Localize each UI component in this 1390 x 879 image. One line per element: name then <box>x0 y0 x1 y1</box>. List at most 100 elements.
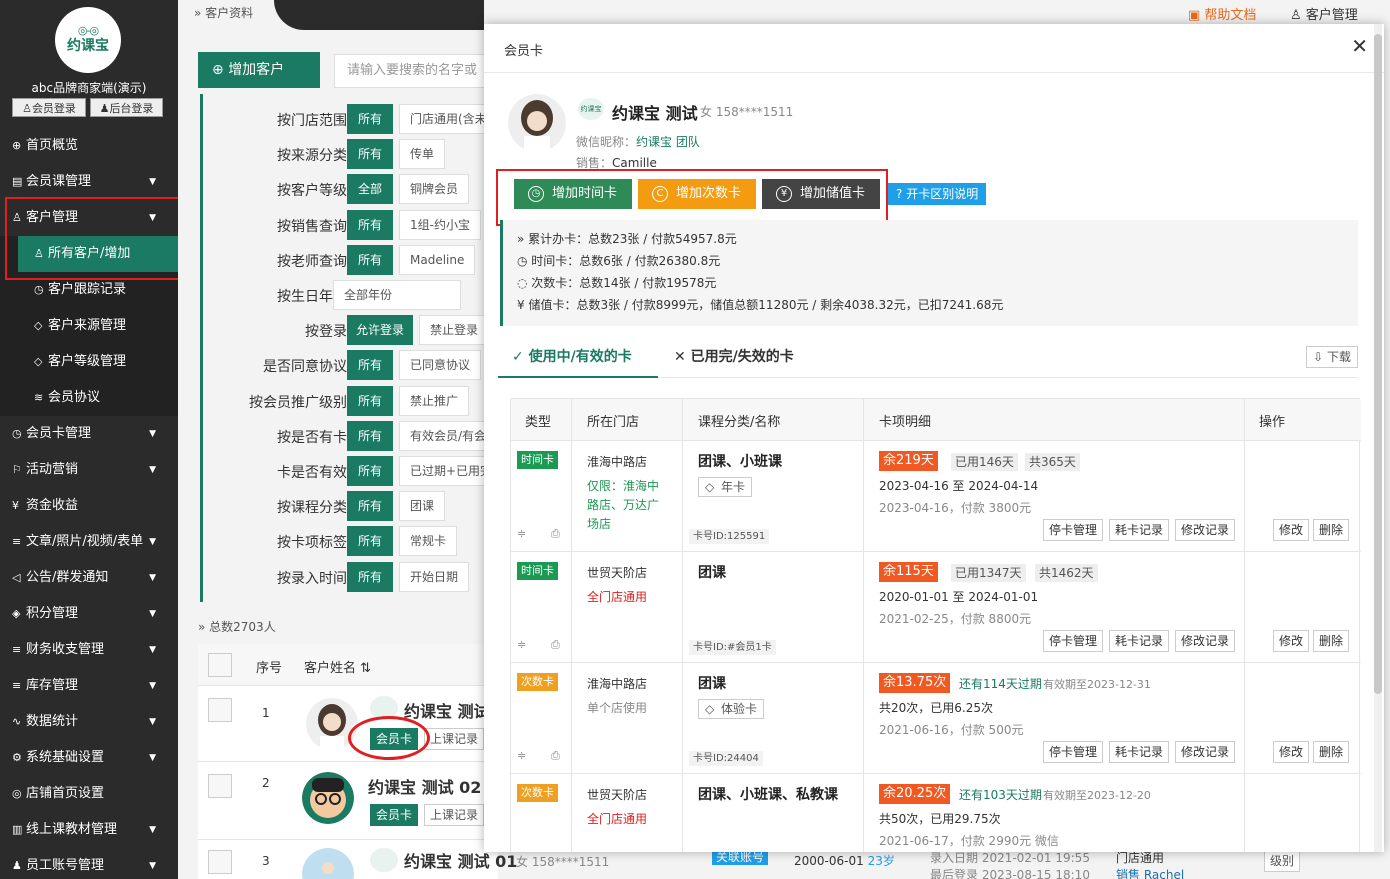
settings-icon[interactable]: ≑ <box>517 638 526 651</box>
modify-record-button[interactable]: 修改记录 <box>1175 519 1236 541</box>
filter-option[interactable]: 全部年份 <box>333 280 461 310</box>
delete-card-button[interactable]: 删除 <box>1313 741 1350 763</box>
filter-option[interactable]: 团课 <box>399 491 446 522</box>
filter-option[interactable]: 已同意协议 <box>399 350 482 381</box>
add-customer-button[interactable]: ⊕ 增加客户 <box>198 52 320 88</box>
menu-customer-source[interactable]: ◇ 客户来源管理 <box>0 308 178 344</box>
count-icon: C <box>652 186 668 202</box>
menu-content[interactable]: ≡ 文章/照片/视频/表单 ▼ <box>0 524 178 560</box>
delete-card-button[interactable]: 删除 <box>1313 630 1350 652</box>
print-icon[interactable]: ⎙ <box>551 638 560 652</box>
row-checkbox[interactable] <box>208 850 232 874</box>
consume-record-button[interactable]: 耗卡记录 <box>1109 741 1170 763</box>
menu-member-card[interactable]: ◷ 会员卡管理 ▼ <box>0 416 178 452</box>
menu-notice[interactable]: ◁ 公告/群发通知 ▼ <box>0 560 178 596</box>
filter-option-all[interactable]: 所有 <box>347 491 393 522</box>
menu-customer[interactable]: ♙ 客户管理 ▼ <box>0 200 178 236</box>
tab-expired-cards[interactable]: ✕ 已用完/失效的卡 <box>674 342 794 378</box>
add-value-card-button[interactable]: ¥ 增加储值卡 <box>762 179 880 209</box>
menu-all-customers[interactable]: ♙ 所有客户/增加 <box>18 236 178 272</box>
settings-icon[interactable]: ≑ <box>517 527 526 540</box>
select-all-checkbox[interactable] <box>208 653 232 677</box>
filter-option-all[interactable]: 所有 <box>347 350 393 381</box>
menu-online-materials[interactable]: ▥ 线上课教材管理 ▼ <box>0 812 178 848</box>
table-row: 3 约课宝 测试 01 <box>198 840 517 879</box>
menu-shop-home[interactable]: ◎ 店铺首页设置 <box>0 776 178 812</box>
menu-customer-level[interactable]: ◇ 客户等级管理 <box>0 344 178 380</box>
delete-card-button[interactable]: 删除 <box>1313 519 1350 541</box>
filter-option-all[interactable]: 所有 <box>347 385 393 416</box>
scrollbar-thumb[interactable] <box>1374 34 1382 694</box>
admin-login-button[interactable]: ♟后台登录 <box>90 98 163 117</box>
filter-option[interactable]: 1组-约小宝 <box>399 209 481 240</box>
row-checkbox[interactable] <box>208 698 232 722</box>
member-card-button[interactable]: 会员卡 <box>370 728 419 750</box>
tag-icon: ◇ <box>34 319 43 332</box>
search-input[interactable]: 请输入要搜索的名字或 <box>334 54 494 88</box>
menu-member-agreement[interactable]: ≋ 会员协议 <box>0 380 178 416</box>
print-icon[interactable]: ⎙ <box>551 749 560 763</box>
filter-option[interactable]: Madeline <box>399 244 476 275</box>
filter-option-all[interactable]: 所有 <box>347 209 393 240</box>
row-checkbox[interactable] <box>208 774 232 798</box>
close-icon[interactable]: ✕ <box>1351 34 1368 58</box>
stop-card-button[interactable]: 停卡管理 <box>1043 519 1104 541</box>
filter-option[interactable]: 有效会员/有会 <box>399 420 498 451</box>
class-record-button[interactable]: 上课记录 <box>424 804 485 826</box>
settings-icon[interactable]: ≑ <box>517 749 526 762</box>
print-icon[interactable]: ⎙ <box>551 527 560 541</box>
consume-record-button[interactable]: 耗卡记录 <box>1109 519 1170 541</box>
filter-option[interactable]: 传单 <box>399 139 446 170</box>
level-button[interactable]: 级别 <box>1264 850 1301 872</box>
filter-option-all[interactable]: 所有 <box>347 139 393 170</box>
add-time-card-button[interactable]: ◷ 增加时间卡 <box>514 179 632 209</box>
filter-option[interactable]: 门店通用(含未 <box>399 104 498 134</box>
menu-member-course[interactable]: ▤ 会员课管理 ▼ <box>0 164 178 200</box>
download-button[interactable]: ⇩ 下载 <box>1306 346 1358 368</box>
person-icon: ♟ <box>12 859 22 872</box>
filter-option-all[interactable]: 允许登录 <box>347 315 413 346</box>
filter-option[interactable]: 铜牌会员 <box>399 174 470 205</box>
help-docs-link[interactable]: ▣ 帮助文档 <box>1188 4 1256 23</box>
consume-record-button[interactable]: 耗卡记录 <box>1109 630 1170 652</box>
add-count-card-button[interactable]: C 增加次数卡 <box>638 179 756 209</box>
modify-record-button[interactable]: 修改记录 <box>1175 630 1236 652</box>
modify-record-button[interactable]: 修改记录 <box>1175 741 1236 763</box>
filter-option-all[interactable]: 全部 <box>347 174 393 205</box>
card-scope: 全门店通用 <box>587 590 648 604</box>
stop-card-button[interactable]: 停卡管理 <box>1043 741 1104 763</box>
class-record-button[interactable]: 上课记录 <box>424 728 485 750</box>
edit-card-button[interactable]: 修改 <box>1273 741 1310 763</box>
filter-option[interactable]: 常规卡 <box>399 526 458 557</box>
menu-marketing[interactable]: ⚐ 活动营销 ▼ <box>0 452 178 488</box>
filter-option-all[interactable]: 所有 <box>347 526 393 557</box>
menu-staff[interactable]: ♟ 员工账号管理 ▼ <box>0 848 178 879</box>
member-card-button[interactable]: 会员卡 <box>370 804 419 826</box>
menu-statistics[interactable]: ∿ 数据统计 ▼ <box>0 704 178 740</box>
filter-option-all[interactable]: 所有 <box>347 244 393 275</box>
menu-points[interactable]: ◈ 积分管理 ▼ <box>0 596 178 632</box>
customer-admin-link[interactable]: ♙ 客户管理 <box>1290 4 1358 23</box>
edit-card-button[interactable]: 修改 <box>1273 519 1310 541</box>
filter-option-all[interactable]: 所有 <box>347 104 393 134</box>
menu-finance[interactable]: ≡ 财务收支管理 ▼ <box>0 632 178 668</box>
filter-option-all[interactable]: 所有 <box>347 456 393 486</box>
member-login-button[interactable]: ♙会员登录 <box>12 98 86 117</box>
menu-revenue[interactable]: ¥ 资金收益 <box>0 488 178 524</box>
filter-option[interactable]: 禁止推广 <box>399 385 470 416</box>
card-type-badge: 时间卡 <box>517 562 558 580</box>
tab-active-cards[interactable]: ✓ 使用中/有效的卡 <box>498 342 658 378</box>
menu-customer-tracking[interactable]: ◷ 客户跟踪记录 <box>0 272 178 308</box>
edit-card-button[interactable]: 修改 <box>1273 630 1310 652</box>
filter-option[interactable]: 开始日期 <box>399 561 470 592</box>
stop-card-button[interactable]: 停卡管理 <box>1043 630 1104 652</box>
filter-option-all[interactable]: 所有 <box>347 420 393 451</box>
menu-system-settings[interactable]: ⚙ 系统基础设置 ▼ <box>0 740 178 776</box>
filter-option-all[interactable]: 所有 <box>347 561 393 592</box>
card-difference-help-button[interactable]: ? 开卡区别说明 <box>888 183 987 205</box>
filter-option[interactable]: 禁止登录 <box>419 315 490 346</box>
menu-inventory[interactable]: ≡ 库存管理 ▼ <box>0 668 178 704</box>
menu-home[interactable]: ⊕ 首页概览 <box>0 128 178 164</box>
yen-icon: ¥ <box>12 499 19 512</box>
col-name[interactable]: 客户姓名 ⇅ <box>304 657 371 676</box>
